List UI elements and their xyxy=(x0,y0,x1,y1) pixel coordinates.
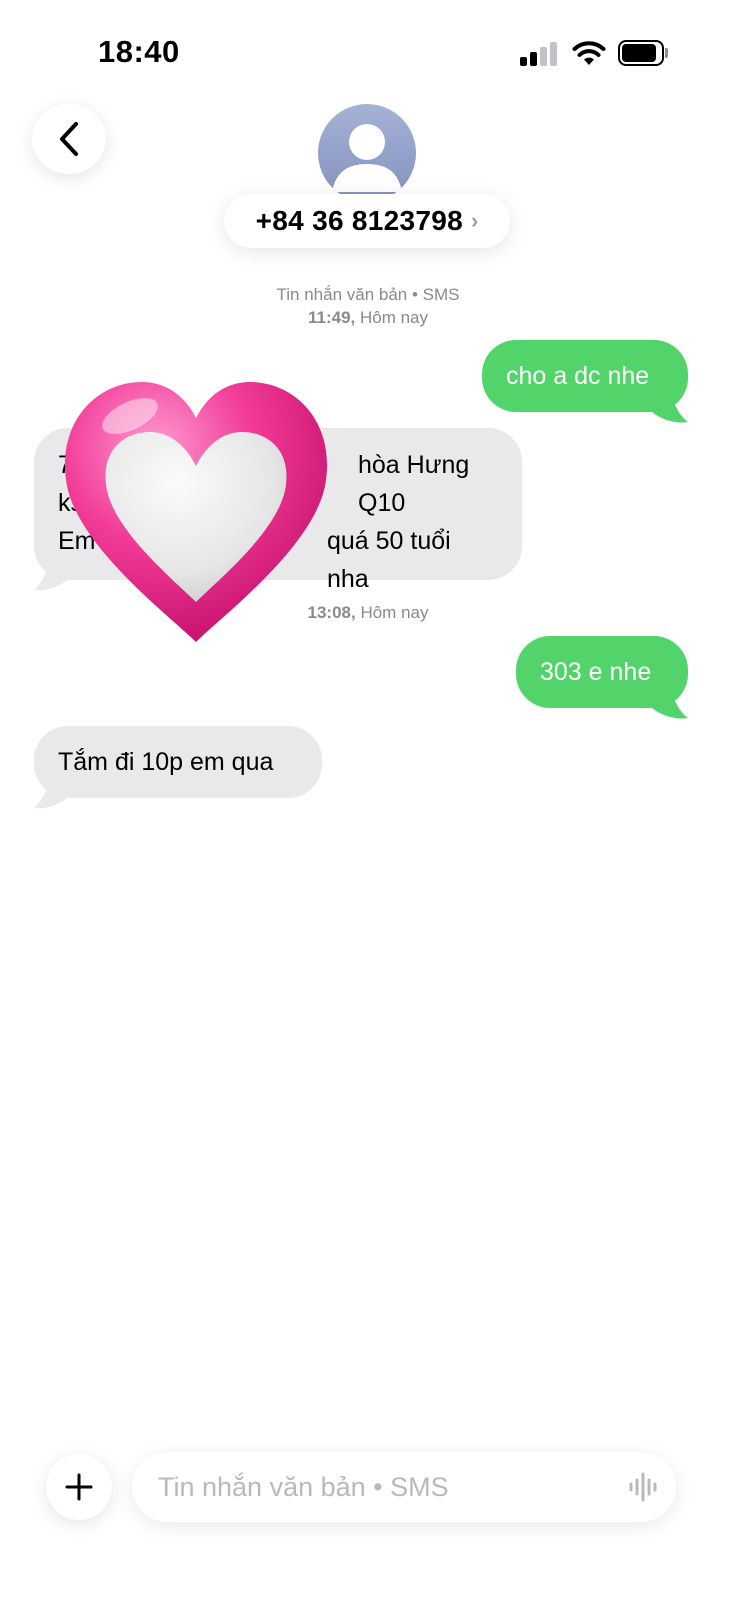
message-line-fragment: quá 50 tuổi nha xyxy=(327,527,451,593)
timestamp-time: 13:08, xyxy=(307,603,356,622)
bubble-tail xyxy=(648,690,688,719)
timestamp-day: Hôm nay xyxy=(360,603,429,622)
timestamp-line: 11:49, Hôm nay xyxy=(0,306,736,329)
back-button[interactable] xyxy=(32,104,106,174)
status-time: 18:40 xyxy=(98,34,180,69)
message-line-fragment: hòa Hưng Q10 xyxy=(358,451,470,517)
chevron-right-icon: › xyxy=(471,208,479,233)
timestamp-header: Tin nhắn văn bản • SMS 11:49, Hôm nay xyxy=(0,283,736,329)
bubble-tail xyxy=(648,394,688,423)
wifi-icon xyxy=(572,41,606,65)
contact-name: +84 36 8123798 xyxy=(255,205,464,236)
contact-name-pill[interactable]: +84 36 8123798 › xyxy=(224,194,510,248)
plus-icon xyxy=(65,1473,93,1501)
battery-icon xyxy=(618,40,668,66)
message-text: 303 e nhe xyxy=(540,658,652,686)
message-text: Tắm đi 10p em qua xyxy=(58,748,274,776)
message-bubble-incoming[interactable]: Tắm đi 10p em qua xyxy=(34,726,322,798)
timestamp-header: 13:08, Hôm nay xyxy=(0,601,736,624)
add-attachment-button[interactable] xyxy=(46,1454,112,1520)
timestamp-day: Hôm nay xyxy=(359,308,429,327)
message-input[interactable] xyxy=(158,1452,608,1522)
timestamp-time: 11:49, xyxy=(307,308,356,327)
contact-avatar[interactable] xyxy=(318,104,416,202)
cellular-signal-icon xyxy=(520,42,560,66)
timestamp-line: 13:08, Hôm nay xyxy=(0,601,736,624)
back-chevron-icon xyxy=(60,122,78,156)
bubble-tail xyxy=(34,778,74,809)
person-avatar-icon xyxy=(332,124,402,192)
audio-waveform-icon[interactable] xyxy=(628,1472,660,1502)
message-type-label: Tin nhắn văn bản • SMS xyxy=(276,285,460,304)
message-text: cho a dc nhe xyxy=(506,362,650,390)
message-input-container[interactable] xyxy=(132,1452,676,1522)
